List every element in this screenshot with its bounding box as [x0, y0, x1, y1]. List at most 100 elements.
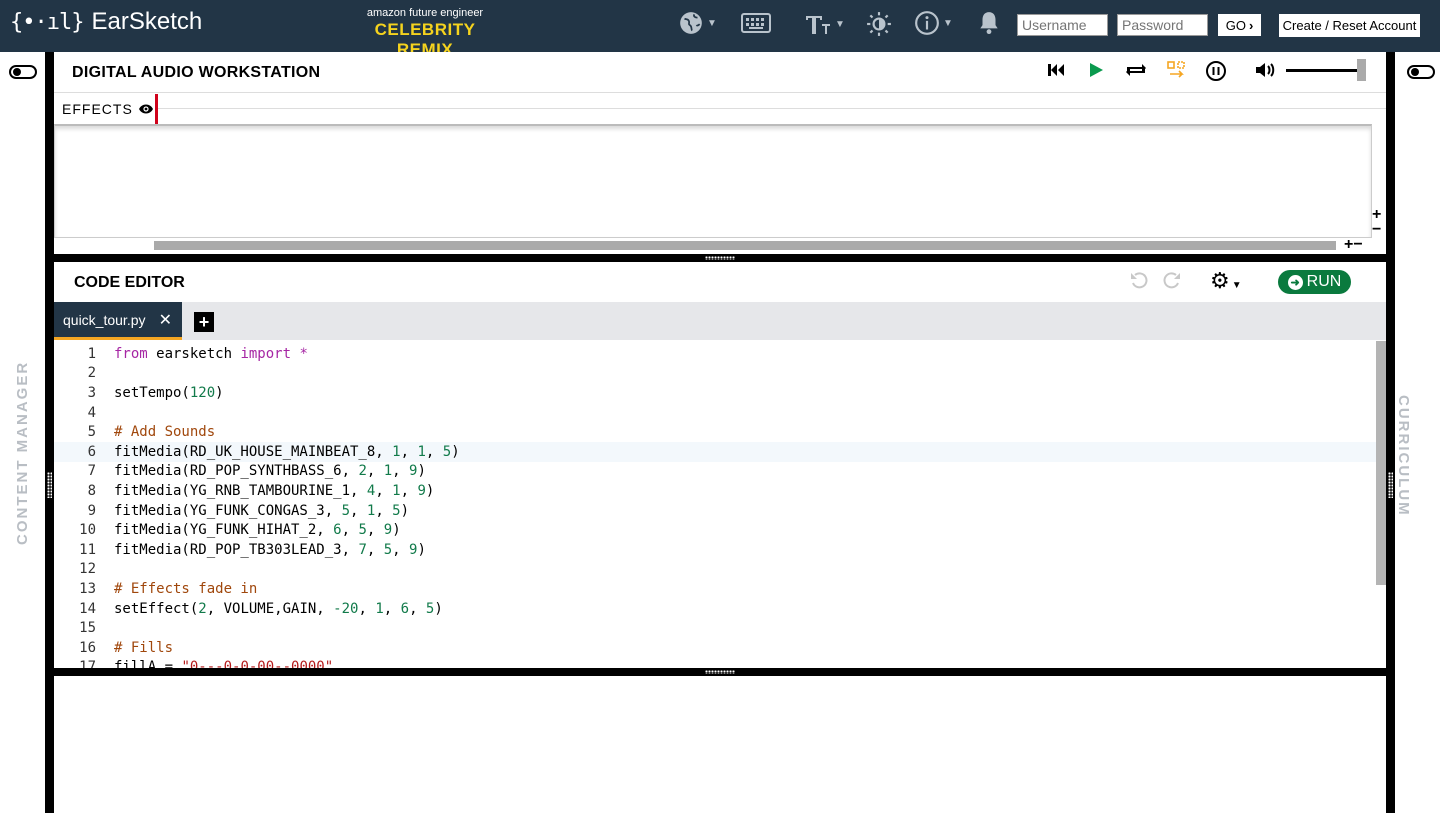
metronome-button[interactable]: [1205, 60, 1227, 88]
code-text: fitMedia(RD_POP_SYNTHBASS_6, 2, 1, 9): [114, 463, 426, 480]
editor-console-resize-handle[interactable]: [54, 668, 1386, 676]
font-size-menu[interactable]: ▼: [804, 12, 845, 36]
notifications-button[interactable]: [976, 10, 1002, 36]
password-input[interactable]: [1117, 14, 1208, 36]
loop-button[interactable]: [1124, 60, 1148, 86]
reset-button[interactable]: [1046, 60, 1066, 86]
console-panel: [54, 676, 1386, 813]
grip-dots-icon: [1388, 472, 1393, 498]
brand[interactable]: {•·ıl} EarSketch: [10, 8, 202, 36]
loop-icon: [1126, 64, 1146, 76]
undo-button[interactable]: [1129, 270, 1149, 296]
code-line[interactable]: 9 fitMedia(YG_FUNK_CONGAS_3, 5, 1, 5): [54, 501, 1376, 521]
info-icon: [915, 11, 939, 35]
promo-sponsor: amazon future engineer: [366, 7, 484, 19]
line-number: 16: [79, 639, 96, 656]
code-line[interactable]: 17 fillA = "0---0-0-00--0000": [54, 658, 1376, 668]
daw-header: DIGITAL AUDIO WORKSTATION: [54, 52, 1386, 92]
brightness-icon: [867, 12, 891, 36]
grip-dots-icon: [705, 670, 735, 674]
content-manager-label[interactable]: CONTENT MANAGER: [14, 361, 31, 545]
code-line[interactable]: 10 fitMedia(YG_FUNK_HIHAT_2, 6, 5, 9): [54, 520, 1376, 540]
curriculum-label[interactable]: CURRICULUM: [1395, 395, 1412, 517]
bell-icon: [980, 12, 998, 35]
volume-slider-track[interactable]: [1286, 69, 1358, 72]
line-number: 2: [87, 365, 96, 382]
left-resize-handle[interactable]: [45, 52, 54, 813]
code-line[interactable]: 13 # Effects fade in: [54, 579, 1376, 599]
daw-editor-resize-handle[interactable]: [54, 254, 1386, 262]
content-manager-toggle[interactable]: [9, 65, 37, 79]
zoom-in-horizontal-button[interactable]: +: [1344, 236, 1353, 253]
editor-settings-menu[interactable]: ⚙ ▼: [1210, 268, 1242, 294]
tab-quick-tour[interactable]: quick_tour.py ✕: [54, 302, 182, 340]
line-number: 7: [87, 463, 96, 480]
track-area[interactable]: [54, 124, 1372, 238]
play-button[interactable]: [1087, 60, 1105, 86]
line-number: 10: [79, 522, 96, 539]
editor-vertical-scrollbar[interactable]: [1376, 341, 1386, 585]
right-resize-handle[interactable]: [1386, 52, 1395, 813]
redo-icon: [1163, 272, 1180, 289]
line-number: 13: [79, 580, 96, 597]
code-line[interactable]: 3 setTempo(120): [54, 383, 1376, 403]
effects-toggle[interactable]: EFFECTS: [62, 101, 154, 117]
new-tab-button[interactable]: +: [194, 312, 214, 332]
code-area[interactable]: 1 from earsketch import * 2 3 setTempo(120) 4…: [54, 341, 1386, 668]
code-text: from earsketch import *: [114, 345, 308, 362]
login-button[interactable]: GO ›: [1218, 14, 1261, 36]
run-label: RUN: [1306, 273, 1342, 290]
volume-slider-knob[interactable]: [1357, 59, 1366, 81]
line-number: 9: [87, 502, 96, 519]
code-line[interactable]: 14 setEffect(2, VOLUME,GAIN, -20, 1, 6, 5…: [54, 599, 1376, 619]
code-line[interactable]: 16 # Fills: [54, 638, 1376, 658]
code-line[interactable]: 6 fitMedia(RD_UK_HOUSE_MAINBEAT_8, 1, 1, …: [54, 442, 1376, 462]
chevron-right-icon: ›: [1248, 17, 1254, 33]
chevron-down-icon: ▼: [835, 18, 845, 30]
tab-label: quick_tour.py: [63, 311, 146, 328]
mute-button[interactable]: [1254, 60, 1278, 86]
line-number: 17: [79, 659, 96, 668]
code-line[interactable]: 11 fitMedia(RD_POP_TB303LEAD_3, 7, 5, 9): [54, 540, 1376, 560]
code-line[interactable]: 2: [54, 364, 1376, 384]
follow-button[interactable]: [1166, 60, 1186, 86]
grip-dots-icon: [705, 256, 735, 260]
help-menu[interactable]: ▼: [914, 10, 953, 36]
playhead[interactable]: [155, 94, 158, 124]
code-line[interactable]: 5 # Add Sounds: [54, 422, 1376, 442]
horizontal-scrollbar[interactable]: [154, 241, 1336, 250]
code-line[interactable]: 8 fitMedia(YG_RNB_TAMBOURINE_1, 4, 1, 9): [54, 481, 1376, 501]
undo-icon: [1131, 272, 1148, 289]
curriculum-toggle[interactable]: [1407, 65, 1435, 79]
code-line[interactable]: 7 fitMedia(RD_POP_SYNTHBASS_6, 2, 1, 9): [54, 462, 1376, 482]
login-button-label: GO: [1225, 17, 1246, 33]
theme-toggle[interactable]: [866, 11, 892, 37]
keyboard-icon: [741, 13, 771, 33]
zoom-out-horizontal-button[interactable]: −: [1353, 236, 1362, 253]
code-text: fitMedia(YG_RNB_TAMBOURINE_1, 4, 1, 9): [114, 482, 435, 499]
zoom-out-vertical-button[interactable]: −: [1372, 222, 1381, 238]
username-input[interactable]: [1017, 14, 1108, 36]
redo-button[interactable]: [1162, 270, 1182, 296]
skip-back-icon: [1048, 64, 1064, 76]
keyboard-shortcuts-button[interactable]: [741, 12, 771, 34]
close-icon[interactable]: ✕: [159, 310, 172, 330]
language-menu[interactable]: ▼: [678, 10, 717, 36]
eye-icon: [138, 104, 153, 114]
create-account-button[interactable]: Create / Reset Account: [1279, 14, 1420, 37]
line-number: 11: [79, 541, 96, 558]
code-line[interactable]: 4: [54, 403, 1376, 423]
play-icon: [1090, 63, 1103, 77]
line-number: 5: [87, 424, 96, 441]
code-line[interactable]: 1 from earsketch import *: [54, 344, 1376, 364]
code-line[interactable]: 15: [54, 618, 1376, 638]
zoom-in-vertical-button[interactable]: +: [1372, 207, 1381, 223]
code-line[interactable]: 12: [54, 560, 1376, 580]
code-text: # Effects fade in: [114, 580, 258, 597]
code-editor-panel: CODE EDITOR ⚙ ▼ ➜ RUN quick_tour.py ✕ + 1…: [54, 262, 1386, 668]
gear-icon: ⚙: [1210, 268, 1230, 293]
code-text: setEffect(2, VOLUME,GAIN, -20, 1, 6, 5): [114, 600, 443, 617]
run-button[interactable]: ➜ RUN: [1278, 270, 1351, 294]
font-size-icon: [806, 16, 830, 34]
chevron-down-icon: ▼: [1231, 280, 1242, 291]
